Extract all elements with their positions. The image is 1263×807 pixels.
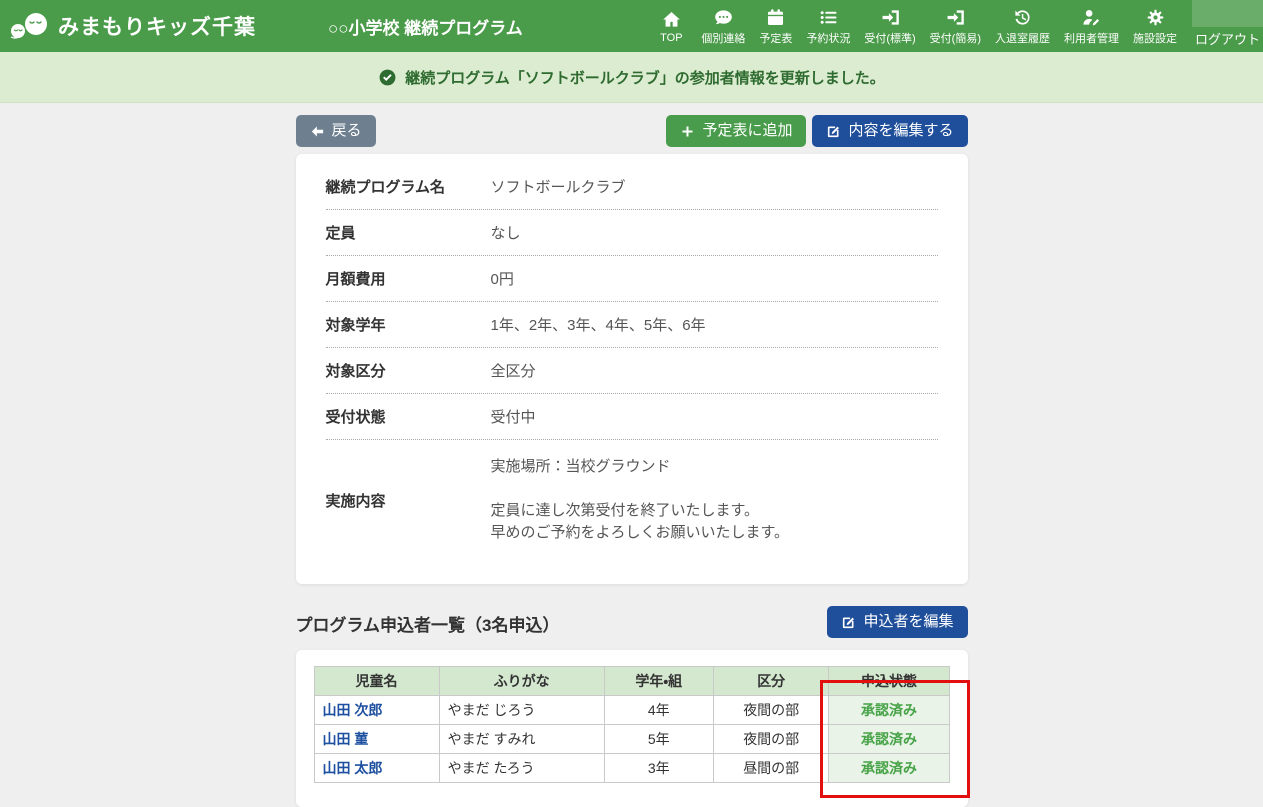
detail-label: 実施内容 <box>326 490 491 511</box>
detail-row: 対象学年 1年、2年、3年、4年、5年、6年 <box>326 302 938 348</box>
applicants-table-wrap: 児童名 ふりがな 学年・組 区分 申込状態 山田 次郎 やまだ じろう 4年 夜… <box>314 666 950 783</box>
edit-applicants-button[interactable]: 申込者を編集 <box>827 606 967 638</box>
list-icon <box>819 7 838 27</box>
applicants-heading: プログラム申込者一覧（3名申込） <box>296 611 560 638</box>
success-message: 継続プログラム「ソフトボールクラブ」の参加者情報を更新しました。 <box>405 67 885 88</box>
child-name-cell: 山田 菫 <box>314 725 439 754</box>
nav-item-reservation-status[interactable]: 予約状況 <box>799 3 857 50</box>
child-name-link[interactable]: 山田 菫 <box>323 731 369 747</box>
gear-icon <box>1146 7 1165 27</box>
main-nav: TOP 個別連絡 予定表 予約状況 受付(標準) <box>648 3 1184 50</box>
detail-label: 対象区分 <box>326 360 491 381</box>
detail-row: 継続プログラム名 ソフトボールクラブ <box>326 164 938 210</box>
add-to-schedule-button[interactable]: 予定表に追加 <box>666 115 806 147</box>
detail-value: なし <box>491 222 521 243</box>
detail-value: 実施場所：当校グラウンド 定員に達し次第受付を終了いたします。 早めのご予約をよ… <box>491 456 790 544</box>
category-cell: 夜間の部 <box>713 696 829 725</box>
nav-item-schedule[interactable]: 予定表 <box>752 3 799 50</box>
home-icon <box>662 9 681 29</box>
detail-label: 定員 <box>326 222 491 243</box>
detail-row: 対象区分 全区分 <box>326 348 938 394</box>
applicants-section-header: プログラム申込者一覧（3名申込） 申込者を編集 <box>296 606 968 638</box>
child-name-link[interactable]: 山田 次郎 <box>323 702 383 718</box>
col-header-child-name: 児童名 <box>314 667 439 696</box>
nav-item-reception-simple[interactable]: 受付(簡易) <box>923 3 988 50</box>
furigana-cell: やまだ じろう <box>439 696 604 725</box>
detail-row: 定員 なし <box>326 210 938 256</box>
app-logo-text: みまもりキッズ千葉 <box>58 11 256 41</box>
back-button[interactable]: 戻る <box>296 115 376 147</box>
arrow-left-icon <box>310 124 325 139</box>
mascot-bird-icon <box>8 9 54 43</box>
logout-button[interactable]: ログアウト <box>1192 0 1263 48</box>
detail-row: 受付状態 受付中 <box>326 394 938 440</box>
history-icon <box>1013 7 1032 27</box>
edit-content-button[interactable]: 内容を編集する <box>812 115 967 147</box>
success-banner: 継続プログラム「ソフトボールクラブ」の参加者情報を更新しました。 <box>0 52 1263 103</box>
status-cell: 承認済み <box>829 696 949 725</box>
detail-value: 受付中 <box>491 406 536 427</box>
comment-icon <box>714 7 733 27</box>
top-navigation-bar: みまもりキッズ千葉 ○○小学校 継続プログラム TOP 個別連絡 予定表 予約状 <box>0 0 1263 52</box>
sign-in-icon <box>881 7 900 27</box>
table-row: 山田 太郎 やまだ たろう 3年 昼間の部 承認済み <box>314 754 949 783</box>
furigana-cell: やまだ すみれ <box>439 725 604 754</box>
sign-in-icon <box>946 7 965 27</box>
calendar-icon <box>766 7 785 27</box>
applicants-table: 児童名 ふりがな 学年・組 区分 申込状態 山田 次郎 やまだ じろう 4年 夜… <box>314 666 950 783</box>
grade-cell: 4年 <box>604 696 713 725</box>
detail-label: 継続プログラム名 <box>326 176 491 197</box>
status-cell: 承認済み <box>829 754 949 783</box>
detail-value: 1年、2年、3年、4年、5年、6年 <box>491 314 706 335</box>
nav-item-reception-standard[interactable]: 受付(標準) <box>857 3 922 50</box>
col-header-application-status: 申込状態 <box>829 667 949 696</box>
edit-icon <box>841 615 856 630</box>
detail-label: 対象学年 <box>326 314 491 335</box>
main-content: 戻る 予定表に追加 内容を編集する 継続プログラム名 ソフトボールクラブ 定員 … <box>296 103 968 807</box>
logout-highlight-block <box>1192 0 1263 27</box>
nav-item-facility-settings[interactable]: 施設設定 <box>1126 3 1184 50</box>
program-details-card: 継続プログラム名 ソフトボールクラブ 定員 なし 月額費用 0円 対象学年 1年… <box>296 154 968 584</box>
app-logo[interactable]: みまもりキッズ千葉 <box>8 9 256 43</box>
category-cell: 昼間の部 <box>713 754 829 783</box>
detail-value: 0円 <box>491 268 514 289</box>
furigana-cell: やまだ たろう <box>439 754 604 783</box>
nav-item-individual-contact[interactable]: 個別連絡 <box>694 3 752 50</box>
edit-icon <box>826 124 841 139</box>
child-name-cell: 山田 次郎 <box>314 696 439 725</box>
applicants-table-card: 児童名 ふりがな 学年・組 区分 申込状態 山田 次郎 やまだ じろう 4年 夜… <box>296 650 968 807</box>
toolbar-right-group: 予定表に追加 内容を編集する <box>666 115 967 147</box>
child-name-link[interactable]: 山田 太郎 <box>323 760 383 776</box>
check-circle-icon <box>378 68 397 87</box>
detail-value: 全区分 <box>491 360 536 381</box>
nav-item-top[interactable]: TOP <box>648 5 694 48</box>
nav-item-entry-exit-history[interactable]: 入退室履歴 <box>988 3 1057 50</box>
table-row: 山田 次郎 やまだ じろう 4年 夜間の部 承認済み <box>314 696 949 725</box>
grade-cell: 5年 <box>604 725 713 754</box>
col-header-furigana: ふりがな <box>439 667 604 696</box>
plus-icon <box>680 124 695 139</box>
user-edit-icon <box>1082 7 1101 27</box>
col-header-grade-class: 学年・組 <box>604 667 713 696</box>
detail-row: 実施内容 実施場所：当校グラウンド 定員に達し次第受付を終了いたします。 早めの… <box>326 440 938 566</box>
col-header-category: 区分 <box>713 667 829 696</box>
nav-item-user-management[interactable]: 利用者管理 <box>1057 3 1126 50</box>
child-name-cell: 山田 太郎 <box>314 754 439 783</box>
status-cell: 承認済み <box>829 725 949 754</box>
detail-label: 月額費用 <box>326 268 491 289</box>
detail-value: ソフトボールクラブ <box>491 176 626 197</box>
page-title: ○○小学校 継続プログラム <box>328 14 523 39</box>
table-row: 山田 菫 やまだ すみれ 5年 夜間の部 承認済み <box>314 725 949 754</box>
detail-row: 月額費用 0円 <box>326 256 938 302</box>
table-header-row: 児童名 ふりがな 学年・組 区分 申込状態 <box>314 667 949 696</box>
grade-cell: 3年 <box>604 754 713 783</box>
detail-label: 受付状態 <box>326 406 491 427</box>
toolbar: 戻る 予定表に追加 内容を編集する <box>296 115 968 147</box>
category-cell: 夜間の部 <box>713 725 829 754</box>
